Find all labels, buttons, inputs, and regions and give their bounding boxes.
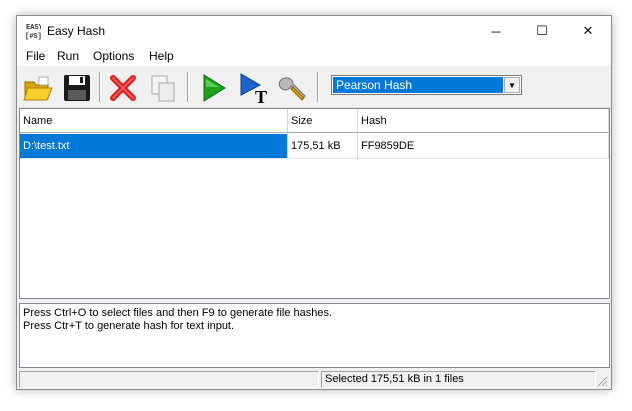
remove-button[interactable] — [105, 70, 141, 106]
menu-run[interactable]: Run — [57, 49, 79, 63]
settings-button[interactable] — [275, 70, 311, 106]
text-hash-button[interactable]: T — [237, 70, 273, 106]
minimize-button[interactable]: ─ — [473, 16, 519, 46]
svg-text:T: T — [255, 87, 267, 105]
toolbar-separator — [99, 72, 101, 102]
log-line: Press Ctr+T to generate hash for text in… — [23, 320, 235, 332]
file-hash-cell[interactable]: FF9859DE — [358, 134, 609, 159]
copy-pages-icon — [151, 75, 175, 102]
copy-button[interactable] — [145, 70, 181, 106]
close-button[interactable]: ✕ — [565, 16, 611, 46]
menu-file[interactable]: File — [26, 49, 45, 63]
green-play-icon — [203, 74, 226, 102]
title-bar[interactable]: EASY [#S] Easy Hash ─ ☐ ✕ — [17, 16, 611, 46]
svg-text:[#S]: [#S] — [25, 33, 41, 40]
window-title: Easy Hash — [47, 24, 106, 38]
chevron-down-icon[interactable]: ▼ — [504, 77, 520, 93]
message-log[interactable]: Press Ctrl+O to select files and then F9… — [19, 303, 610, 368]
open-files-button[interactable] — [20, 70, 56, 106]
floppy-disk-icon — [64, 75, 90, 101]
log-line: Press Ctrl+O to select files and then F9… — [23, 307, 333, 319]
save-button[interactable] — [59, 70, 95, 106]
resize-grip-icon[interactable] — [596, 375, 608, 387]
wrench-icon — [278, 77, 306, 101]
column-header-hash[interactable]: Hash — [358, 109, 609, 133]
toolbar-separator — [317, 72, 319, 102]
column-header-name[interactable]: Name — [20, 109, 288, 133]
file-list[interactable]: Name Size Hash D:\test.txt 175,51 kB FF9… — [19, 108, 610, 299]
status-pane-left — [19, 371, 319, 388]
svg-text:EASY: EASY — [26, 24, 41, 32]
status-pane-selection: Selected 175,51 kB in 1 files — [321, 371, 596, 388]
hash-algorithm-value: Pearson Hash — [333, 77, 503, 93]
toolbar-separator — [187, 72, 189, 102]
menu-options[interactable]: Options — [93, 49, 134, 63]
blue-arrow-t-icon: T — [240, 73, 267, 105]
app-window: EASY [#S] Easy Hash ─ ☐ ✕ File Run Optio… — [16, 15, 612, 390]
folder-open-icon — [23, 76, 53, 101]
file-size-cell[interactable]: 175,51 kB — [288, 134, 358, 159]
red-x-icon — [110, 75, 136, 101]
maximize-icon: ☐ — [536, 23, 548, 38]
menu-bar: File Run Options Help — [17, 46, 611, 66]
file-name-cell[interactable]: D:\test.txt — [20, 134, 288, 159]
column-header-size[interactable]: Size — [288, 109, 358, 133]
generate-button[interactable] — [195, 70, 231, 106]
easy-hash-app-icon: EASY [#S] — [25, 22, 41, 40]
hash-algorithm-select[interactable]: Pearson Hash ▼ — [331, 75, 522, 95]
maximize-button[interactable]: ☐ — [519, 16, 565, 46]
status-bar: Selected 175,51 kB in 1 files — [19, 370, 610, 389]
minimize-icon: ─ — [491, 23, 501, 39]
close-icon: ✕ — [582, 23, 594, 38]
menu-help[interactable]: Help — [149, 49, 174, 63]
